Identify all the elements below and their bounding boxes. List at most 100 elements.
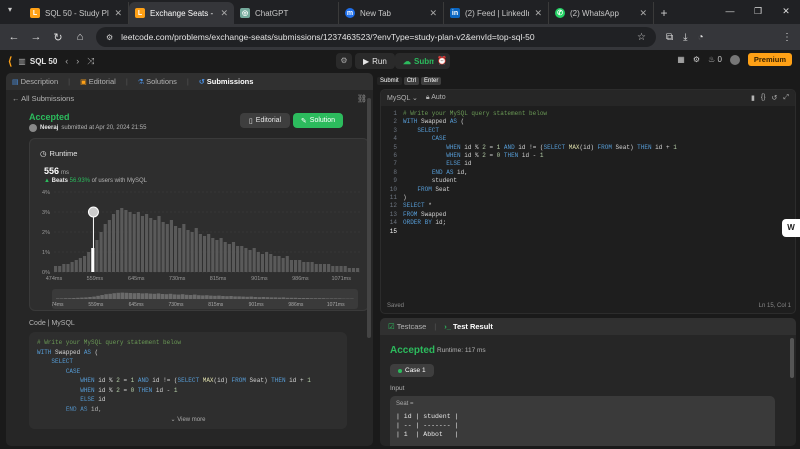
runtime-header[interactable]: ◷ Runtime [40, 149, 77, 158]
close-icon[interactable]: ✕ [114, 8, 122, 19]
histogram-bar [347, 268, 351, 272]
bookmark-star-icon[interactable]: ☆ [637, 32, 646, 43]
terminal-icon: ›_ [444, 322, 451, 331]
close-window-icon[interactable]: ✕ [772, 0, 800, 24]
debug-button[interactable]: ⚙ [336, 53, 352, 69]
editor-line[interactable]: 7 ELSE id [381, 160, 795, 168]
tab-editorial[interactable]: ▣ Editorial [80, 77, 116, 86]
layout-icon[interactable]: ▦ [677, 55, 685, 64]
chevron-left-icon[interactable]: ‹ [65, 56, 68, 66]
browser-tab-whatsapp[interactable]: ✆ (2) WhatsApp ✕ [549, 2, 654, 24]
navigator-bar [217, 295, 221, 299]
navigator-bar [168, 293, 173, 299]
histogram-bar [74, 260, 78, 272]
menu-icon[interactable]: ⋮ [782, 32, 792, 43]
close-icon[interactable]: ✕ [534, 8, 542, 19]
share-icon[interactable]: ⛓ [357, 94, 367, 103]
navigator-bar [317, 298, 322, 299]
editorial-button[interactable]: ▯ Editorial [240, 113, 290, 128]
editor-line[interactable]: 5 WHEN id % 2 = 1 AND id != (SELECT MAX(… [381, 144, 795, 152]
bookmark-icon[interactable]: ▮ [751, 94, 755, 102]
settings-icon[interactable]: ⚙ [693, 55, 700, 64]
navigator-bar [225, 296, 229, 299]
editor-line[interactable]: 8 END AS id, [381, 169, 795, 177]
tab-testcase[interactable]: ☑ Testcase [388, 322, 426, 331]
auto-mode[interactable]: 🔒︎ Auto [426, 94, 446, 102]
notes-button[interactable]: ⏰ [434, 53, 450, 69]
browser-tab-sql50[interactable]: L SQL 50 - Study Plan ✕ [24, 2, 129, 24]
editor-line[interactable]: 12 SELECT * [381, 202, 795, 210]
reload-icon[interactable]: ↻ [52, 31, 64, 44]
close-icon[interactable]: ✕ [639, 8, 647, 19]
tab-submissions[interactable]: ↺ Submissions [199, 77, 254, 86]
editor-line[interactable]: 2 WITH Swapped AS ( [381, 118, 795, 126]
test-runtime: Runtime: 117 ms [437, 347, 486, 354]
editor-line[interactable]: 11) [381, 194, 795, 202]
fullscreen-icon[interactable]: ⤢ [783, 94, 789, 102]
download-icon[interactable]: ⤓ [683, 32, 687, 43]
close-icon[interactable]: ✕ [220, 8, 228, 19]
editor-line[interactable]: 15 [381, 228, 795, 236]
navigator-bar [293, 297, 298, 299]
editor-line[interactable]: 9 student [381, 177, 795, 185]
browser-tab-linkedin[interactable]: in (2) Feed | LinkedIn ✕ [444, 2, 549, 24]
tab-description[interactable]: ▤ Description [12, 77, 58, 86]
test-scrollbar[interactable] [790, 338, 794, 378]
run-button[interactable]: ▶ Run [355, 53, 395, 69]
solution-button[interactable]: ✎ Solution [293, 113, 343, 128]
view-more-button[interactable]: ⌄ View more [29, 407, 347, 429]
new-tab-button[interactable]: + [654, 2, 674, 24]
runtime-distribution-chart[interactable]: 4%3%2%1%0%474ms 559ms 645ms 730ms 815ms 901ms… [30, 184, 370, 289]
shuffle-icon[interactable]: ⤨ [87, 56, 94, 67]
side-extension-badge[interactable]: W [782, 219, 800, 237]
editor-code-area[interactable]: 1 # Write your MySQL query statement belo… [381, 110, 795, 236]
case-1-tab[interactable]: Case 1 [390, 364, 434, 377]
editor-line[interactable]: 4 CASE [381, 135, 795, 143]
braces-icon[interactable]: {} [761, 94, 766, 102]
submitter-name[interactable]: Neeraj [40, 125, 58, 131]
browser-tab-exchange-seats[interactable]: L Exchange Seats - Lee ✕ [129, 2, 234, 24]
streak-counter[interactable]: ♨ 0 [708, 55, 722, 64]
forward-icon[interactable]: → [30, 31, 42, 43]
navigator-bar [305, 298, 310, 299]
browser-tab-new-tab[interactable]: m New Tab ✕ [339, 2, 444, 24]
all-submissions-link[interactable]: ← All Submissions [12, 94, 74, 103]
avatar[interactable] [729, 54, 740, 65]
tooltip-key-enter: Enter [421, 77, 442, 85]
editor-line[interactable]: 6 WHEN id % 2 = 0 THEN id - 1 [381, 152, 795, 160]
runtime-unit: ms [61, 170, 70, 176]
runtime-range-navigator[interactable]: 474ms 559ms 645ms 730ms 815ms 901ms 986ms 1071m… [52, 289, 358, 309]
editor-line[interactable]: 14 ORDER BY id; [381, 219, 795, 227]
url-field[interactable]: ⚙ leetcode.com/problems/exchange-seats/s… [96, 27, 656, 47]
editor-line[interactable]: 10 FROM Seat [381, 186, 795, 194]
extensions-icon[interactable]: ⧉ [666, 32, 673, 43]
tab-solutions[interactable]: ⚗ Solutions [138, 77, 177, 86]
minimize-icon[interactable]: — [716, 0, 744, 24]
histogram-bar [153, 220, 157, 272]
code-section-label: Code | MySQL [29, 320, 75, 327]
chevron-right-icon[interactable]: › [76, 56, 79, 66]
tab-test-result[interactable]: ›_ Test Result [444, 322, 493, 331]
premium-button[interactable]: Premium [747, 53, 792, 66]
editor-line[interactable]: 13 FROM Swapped [381, 211, 795, 219]
test-result-status: Accepted [390, 345, 436, 356]
tab-search-icon[interactable]: ▾ [8, 5, 20, 17]
study-plan-title[interactable]: SQL 50 [30, 57, 57, 66]
profile-icon[interactable]: ◔ [698, 32, 704, 43]
x-tick-label: 815ms [210, 276, 227, 282]
chevron-down-icon: ⌄ [412, 95, 418, 102]
language-select[interactable]: MySQL ⌄ [387, 94, 418, 102]
left-scrollbar[interactable] [367, 98, 371, 338]
reset-icon[interactable]: ↺ [772, 94, 778, 102]
close-icon[interactable]: ✕ [429, 8, 437, 19]
home-icon[interactable]: ⌂ [74, 31, 86, 43]
navigator-bar [330, 298, 334, 299]
browser-tab-chatgpt[interactable]: ◎ ChatGPT [234, 2, 339, 24]
saved-status: Saved [387, 303, 405, 309]
site-info-icon[interactable]: ⚙ [106, 33, 113, 42]
editor-line[interactable]: 1 # Write your MySQL query statement belo… [381, 110, 795, 118]
leetcode-logo-icon[interactable]: ⟨ [8, 55, 12, 68]
editor-line[interactable]: 3 SELECT [381, 127, 795, 135]
restore-icon[interactable]: ❐ [744, 0, 772, 24]
back-icon[interactable]: ← [8, 31, 20, 43]
